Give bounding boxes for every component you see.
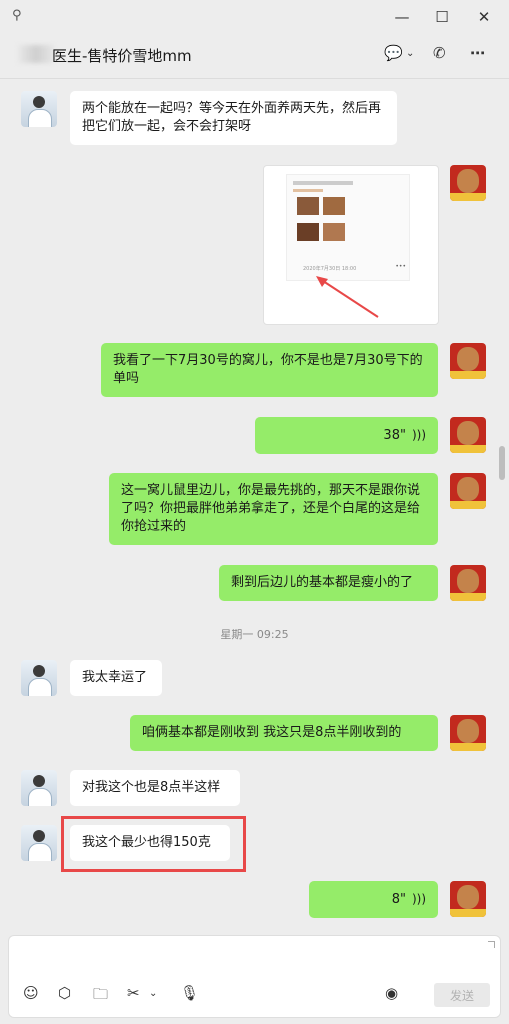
voice-duration: 8": [391, 892, 406, 907]
red-highlight-box: [61, 816, 246, 872]
cube-icon[interactable]: ⬡: [58, 984, 71, 1002]
chat-bubble-icon[interactable]: 💬: [384, 44, 403, 62]
resize-handle[interactable]: [488, 941, 495, 948]
my-avatar[interactable]: [450, 417, 486, 453]
my-avatar[interactable]: [450, 473, 486, 509]
my-avatar[interactable]: [450, 881, 486, 917]
voice-wave-icon: ))): [411, 428, 426, 442]
microphone-icon[interactable]: 🎙: [180, 984, 199, 1002]
message-list[interactable]: 两个能放在一起吗？等今天在外面养两天先，然后再把它们放一起，会不会打架呀 202…: [0, 79, 509, 935]
message-bubble[interactable]: 我太幸运了: [70, 660, 162, 696]
my-avatar[interactable]: [450, 565, 486, 601]
timestamp: 星期一 09:25: [220, 628, 289, 641]
image-date: 2020年7月30日 18:00: [303, 266, 357, 272]
emoji-icon[interactable]: ☺: [23, 984, 39, 1002]
contact-avatar[interactable]: [21, 91, 57, 127]
voice-message[interactable]: 38"))): [255, 417, 438, 454]
voice-input-icon[interactable]: ◉: [385, 984, 398, 1002]
contact-avatar[interactable]: [21, 660, 57, 696]
chat-title: 医生-售特价雪地mm: [52, 47, 192, 65]
contact-avatar[interactable]: [21, 825, 57, 861]
image-thumbnail: 2020年7月30日 18:00 •••: [286, 174, 410, 281]
voice-wave-icon: ))): [411, 892, 426, 906]
chevron-down-icon[interactable]: ⌄: [406, 48, 414, 59]
close-icon[interactable]: ✕: [470, 5, 498, 29]
scissors-icon[interactable]: ✂: [127, 984, 140, 1002]
message-input-area[interactable]: ☺ ⬡ 🗀 ✂ ⌄ 🎙 ◉ 发送: [8, 935, 501, 1018]
folder-icon[interactable]: 🗀: [93, 984, 108, 1009]
contact-avatar[interactable]: [21, 770, 57, 806]
call-icon[interactable]: ✆: [433, 44, 446, 62]
voice-message[interactable]: 8"))): [309, 881, 438, 918]
chevron-down-icon[interactable]: ⌄: [149, 988, 157, 999]
voice-duration: 38": [383, 428, 406, 443]
red-arrow-annotation: [316, 276, 379, 318]
title-bar: ⚲ — ☐ ✕: [0, 0, 509, 34]
more-icon[interactable]: ⋯: [470, 44, 485, 62]
minimize-icon[interactable]: —: [388, 5, 416, 29]
my-avatar[interactable]: [450, 343, 486, 379]
pin-icon[interactable]: ⚲: [12, 8, 22, 23]
send-button[interactable]: 发送: [434, 983, 490, 1007]
message-bubble[interactable]: 这一窝儿鼠里边儿，你是最先挑的，那天不是跟你说了吗？你把最胖他弟弟拿走了，还是个…: [109, 473, 438, 545]
blurred-name: [18, 45, 54, 63]
my-avatar[interactable]: [450, 165, 486, 201]
message-bubble[interactable]: 咱俩基本都是刚收到 我这只是8点半刚收到的: [130, 715, 438, 751]
image-more: •••: [395, 263, 406, 270]
chat-header: 医生-售特价雪地mm 💬 ⌄ ✆ ⋯: [0, 34, 509, 79]
my-avatar[interactable]: [450, 715, 486, 751]
message-bubble[interactable]: 两个能放在一起吗？等今天在外面养两天先，然后再把它们放一起，会不会打架呀: [70, 91, 397, 145]
message-bubble[interactable]: 我看了一下7月30号的窝儿，你不是也是7月30号下的单吗: [101, 343, 438, 397]
maximize-icon[interactable]: ☐: [428, 5, 456, 29]
message-bubble[interactable]: 剩到后边儿的基本都是瘦小的了: [219, 565, 438, 601]
message-bubble[interactable]: 对我这个也是8点半这样: [70, 770, 240, 806]
